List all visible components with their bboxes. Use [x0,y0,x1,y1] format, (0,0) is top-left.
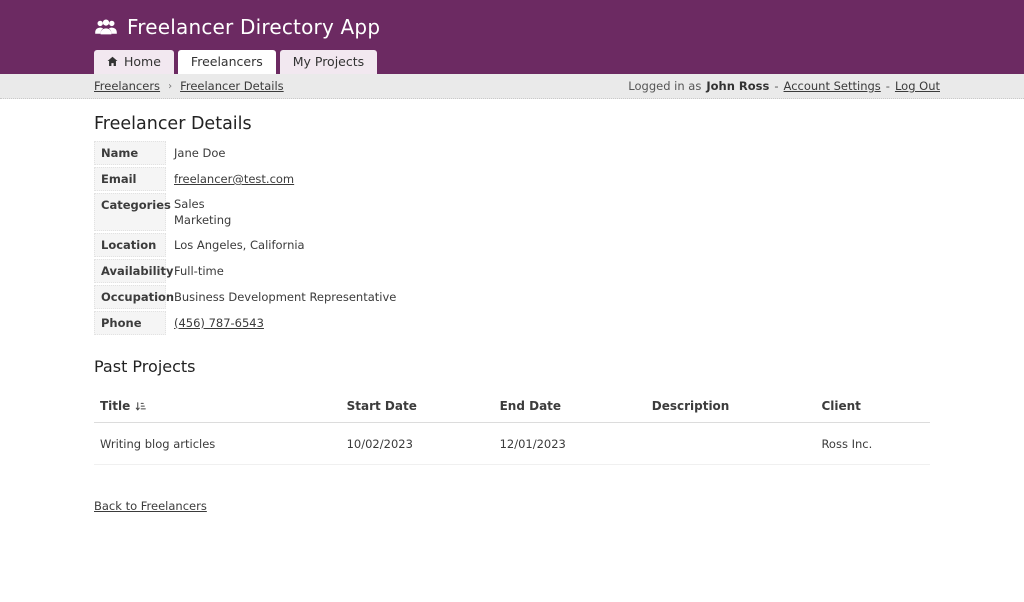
project-row: Writing blog articles 10/02/2023 12/01/2… [94,423,930,465]
sort-icon[interactable] [135,401,146,412]
tab-home[interactable]: Home [94,50,174,74]
past-projects-table: Title Start Date [94,390,930,465]
phone-link[interactable]: (456) 787-6543 [174,316,264,330]
detail-value-occupation: Business Development Representative [166,285,396,309]
app-brand: Freelancer Directory App [0,0,1024,39]
breadcrumb-link-freelancer-details[interactable]: Freelancer Details [180,79,284,93]
freelancer-details-list: Name Jane Doe Email freelancer@test.com … [94,141,930,335]
email-link[interactable]: freelancer@test.com [174,172,294,186]
breadcrumb-separator: › [168,81,172,92]
detail-value-phone: (456) 787-6543 [166,311,264,335]
detail-row-location: Location Los Angeles, California [94,233,930,257]
detail-label-availability: Availability [94,259,166,283]
column-end-label: End Date [500,399,561,413]
projects-header-row: Title Start Date [94,390,930,423]
detail-value-categories: Sales Marketing [166,193,231,231]
detail-row-name: Name Jane Doe [94,141,930,165]
detail-value-availability: Full-time [166,259,224,283]
detail-label-email: Email [94,167,166,191]
breadcrumb-link-freelancers[interactable]: Freelancers [94,79,160,93]
detail-row-email: Email freelancer@test.com [94,167,930,191]
account-settings-link[interactable]: Account Settings [784,79,881,93]
project-client-cell: Ross Inc. [815,423,930,465]
tab-my-projects-label: My Projects [293,54,364,69]
detail-value-location: Los Angeles, California [166,233,305,257]
column-client-label: Client [821,399,860,413]
detail-value-name: Jane Doe [166,141,225,165]
category-item: Sales [174,197,231,211]
project-start-date-cell: 10/02/2023 [341,423,494,465]
column-header-description[interactable]: Description [646,390,816,423]
column-description-label: Description [652,399,730,413]
column-header-end-date[interactable]: End Date [494,390,646,423]
session-dash-2: - [886,79,890,93]
project-title-cell: Writing blog articles [94,423,341,465]
column-header-client[interactable]: Client [815,390,930,423]
detail-label-name: Name [94,141,166,165]
detail-label-categories: Categories [94,193,166,231]
detail-value-email: freelancer@test.com [166,167,294,191]
page-title: Freelancer Details [94,114,930,134]
tab-home-label: Home [124,54,161,69]
session-dash-1: - [774,79,778,93]
project-description-cell [646,423,816,465]
breadcrumb-bar: Freelancers › Freelancer Details Logged … [0,74,1024,99]
app-title: Freelancer Directory App [127,15,380,39]
detail-row-categories: Categories Sales Marketing [94,193,930,231]
users-icon [94,18,118,37]
column-header-title[interactable]: Title [94,390,341,423]
home-icon [107,56,118,67]
column-header-start-date[interactable]: Start Date [341,390,494,423]
breadcrumb: Freelancers › Freelancer Details [94,79,284,93]
detail-row-occupation: Occupation Business Development Represen… [94,285,930,309]
detail-label-occupation: Occupation [94,285,166,309]
column-start-label: Start Date [347,399,417,413]
tab-freelancers-label: Freelancers [191,54,263,69]
name-value: Jane Doe [174,146,225,160]
main-content: Freelancer Details Name Jane Doe Email f… [0,114,1024,513]
detail-row-phone: Phone (456) 787-6543 [94,311,930,335]
past-projects-title: Past Projects [94,357,930,376]
category-item: Marketing [174,213,231,227]
column-title-label: Title [100,399,130,413]
app-header: Freelancer Directory App Home Freelancer… [0,0,1024,74]
availability-value: Full-time [174,264,224,278]
project-end-date-cell: 12/01/2023 [494,423,646,465]
session-info: Logged in as John Ross - Account Setting… [628,79,940,93]
log-out-link[interactable]: Log Out [895,79,940,93]
back-link-container: Back to Freelancers [94,499,930,513]
occupation-value: Business Development Representative [174,290,396,304]
detail-row-availability: Availability Full-time [94,259,930,283]
back-to-freelancers-link[interactable]: Back to Freelancers [94,499,207,513]
logged-in-username: John Ross [706,79,769,93]
detail-label-location: Location [94,233,166,257]
location-value: Los Angeles, California [174,238,305,252]
detail-label-phone: Phone [94,311,166,335]
tab-my-projects[interactable]: My Projects [280,50,377,74]
tab-freelancers[interactable]: Freelancers [178,50,276,74]
tab-bar: Home Freelancers My Projects [94,50,1024,74]
logged-in-text: Logged in as [628,79,701,93]
